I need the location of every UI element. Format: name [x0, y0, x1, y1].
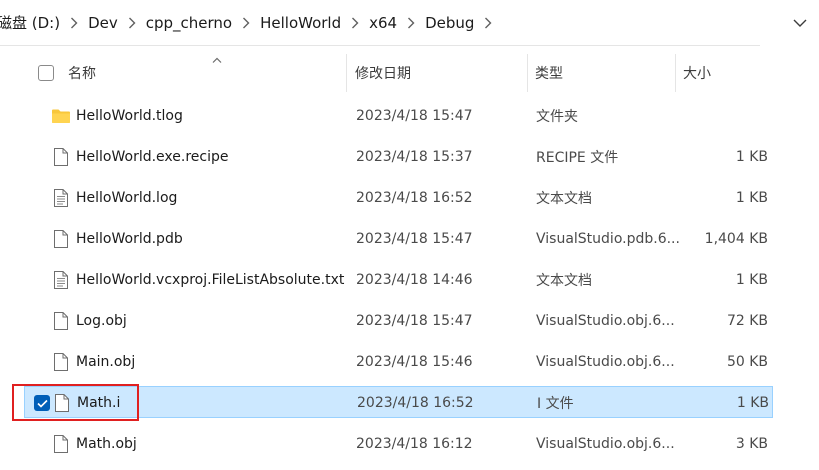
file-icon	[51, 141, 71, 173]
file-icon	[51, 428, 71, 460]
column-header-date[interactable]: 修改日期	[355, 54, 527, 92]
breadcrumb-item-drive[interactable]: 磁盘 (D:)	[0, 8, 66, 38]
folder-icon	[51, 100, 71, 132]
column-divider[interactable]	[346, 54, 347, 92]
file-name: HelloWorld.tlog	[76, 108, 183, 124]
file-size: 1,404 KB	[704, 231, 768, 247]
file-type: VisualStudio.pdb.6...	[536, 231, 680, 247]
file-size: 1 KB	[735, 149, 768, 165]
annotation-highlight-box	[12, 384, 139, 421]
file-row[interactable]: HelloWorld.log 2023/4/18 16:52 文本文档 1 KB	[24, 182, 773, 214]
file-row[interactable]: HelloWorld.vcxproj.FileListAbsolute.txt …	[24, 264, 773, 296]
chevron-right-icon[interactable]	[124, 8, 140, 38]
file-date: 2023/4/18 15:47	[356, 108, 473, 124]
chevron-right-icon[interactable]	[403, 8, 419, 38]
file-name: Log.obj	[76, 313, 127, 329]
file-name: Math.obj	[76, 436, 137, 452]
file-name: HelloWorld.vcxproj.FileListAbsolute.txt	[76, 272, 345, 288]
chevron-right-icon[interactable]	[347, 8, 363, 38]
chevron-right-icon[interactable]	[480, 8, 496, 38]
breadcrumb-item-x64[interactable]: x64	[363, 8, 403, 38]
file-row[interactable]: Math.obj 2023/4/18 16:12 VisualStudio.ob…	[24, 428, 773, 460]
file-row[interactable]: HelloWorld.exe.recipe 2023/4/18 15:37 RE…	[24, 141, 773, 173]
column-header-type[interactable]: 类型	[535, 54, 680, 92]
file-row[interactable]: HelloWorld.tlog 2023/4/18 15:47 文件夹	[24, 100, 773, 132]
file-type: RECIPE 文件	[536, 150, 619, 166]
chevron-down-icon	[793, 19, 807, 27]
file-date: 2023/4/18 16:52	[356, 190, 473, 206]
file-size: 3 KB	[735, 436, 768, 452]
file-size: 1 KB	[736, 395, 769, 411]
breadcrumb: 磁盘 (D:) Dev cpp_cherno HelloWorld x64 De…	[0, 0, 496, 46]
column-header-name[interactable]: 名称	[68, 54, 348, 92]
chevron-right-icon[interactable]	[238, 8, 254, 38]
file-date: 2023/4/18 14:46	[356, 272, 473, 288]
file-icon	[51, 346, 71, 378]
select-all-checkbox[interactable]	[38, 65, 54, 81]
file-type: 文本文档	[536, 273, 592, 289]
file-size: 1 KB	[735, 190, 768, 206]
chevron-right-icon[interactable]	[66, 8, 82, 38]
text-file-icon	[51, 182, 71, 214]
file-type: VisualStudio.obj.6...	[536, 354, 675, 370]
file-date: 2023/4/18 16:12	[356, 436, 473, 452]
file-date: 2023/4/18 15:46	[356, 354, 473, 370]
breadcrumb-item-dev[interactable]: Dev	[82, 8, 124, 38]
file-size	[684, 100, 768, 132]
file-date: 2023/4/18 16:52	[357, 395, 474, 411]
file-row[interactable]: HelloWorld.pdb 2023/4/18 15:47 VisualStu…	[24, 223, 773, 255]
address-history-dropdown-button[interactable]	[784, 8, 816, 38]
file-type: 文本文档	[536, 191, 592, 207]
file-icon	[51, 305, 71, 337]
file-row[interactable]: Log.obj 2023/4/18 15:47 VisualStudio.obj…	[24, 305, 773, 337]
file-name: HelloWorld.exe.recipe	[76, 149, 229, 165]
file-size: 50 KB	[726, 354, 768, 370]
column-header: 名称 修改日期 类型 大小	[24, 54, 773, 92]
file-type: 文件夹	[536, 109, 578, 125]
column-divider[interactable]	[675, 54, 676, 92]
file-size: 1 KB	[735, 272, 768, 288]
text-file-icon	[51, 264, 71, 296]
file-row[interactable]: Main.obj 2023/4/18 15:46 VisualStudio.ob…	[24, 346, 773, 378]
file-name: HelloWorld.pdb	[76, 231, 183, 247]
file-date: 2023/4/18 15:47	[356, 313, 473, 329]
file-name: Main.obj	[76, 354, 136, 370]
column-header-size[interactable]: 大小	[683, 54, 773, 92]
file-date: 2023/4/18 15:37	[356, 149, 473, 165]
address-bar[interactable]: 磁盘 (D:) Dev cpp_cherno HelloWorld x64 De…	[0, 0, 760, 46]
breadcrumb-item-cpp-cherno[interactable]: cpp_cherno	[140, 8, 238, 38]
file-size: 72 KB	[726, 313, 768, 329]
file-name: HelloWorld.log	[76, 190, 178, 206]
file-type: VisualStudio.obj.6...	[536, 313, 675, 329]
file-icon	[51, 223, 71, 255]
column-divider[interactable]	[527, 54, 528, 92]
file-date: 2023/4/18 15:47	[356, 231, 473, 247]
breadcrumb-item-debug[interactable]: Debug	[419, 8, 480, 38]
file-type: I 文件	[537, 396, 574, 412]
breadcrumb-item-helloworld[interactable]: HelloWorld	[254, 8, 347, 38]
file-type: VisualStudio.obj.6...	[536, 436, 675, 452]
